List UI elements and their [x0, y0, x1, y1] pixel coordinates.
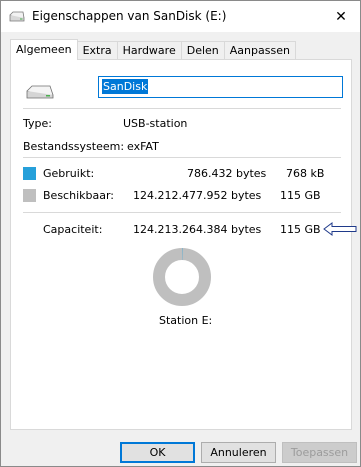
close-icon: ✕ — [335, 8, 347, 25]
capacity-short: 115 GB — [280, 223, 321, 236]
drive-name-field[interactable]: SanDisk — [98, 76, 343, 98]
drive-name-value: SanDisk — [102, 79, 149, 94]
free-space-ring — [153, 248, 211, 306]
title-bar[interactable]: Eigenschappen van SanDisk (E:) ✕ — [1, 1, 360, 32]
usb-drive-icon — [9, 11, 25, 22]
used-short: 768 kB — [286, 167, 325, 180]
type-value: USB-station — [123, 117, 188, 130]
tab-algemeen[interactable]: Algemeen — [10, 39, 78, 60]
tab-aanpassen[interactable]: Aanpassen — [224, 41, 296, 60]
tab-extra[interactable]: Extra — [77, 41, 118, 60]
used-space-swatch — [23, 167, 36, 180]
close-button[interactable]: ✕ — [322, 1, 360, 32]
usb-drive-icon — [26, 85, 54, 99]
divider — [23, 212, 341, 213]
general-tab-panel: SanDisk Type: USB-station Bestandssystee… — [10, 59, 357, 430]
free-bytes: 124.212.477.952 bytes — [133, 189, 262, 202]
filesystem-value: exFAT — [127, 140, 159, 153]
capacity-label: Capaciteit: — [43, 223, 103, 236]
free-short: 115 GB — [280, 189, 321, 202]
tab-hardware[interactable]: Hardware — [117, 41, 182, 60]
ok-button[interactable]: OK — [120, 442, 195, 463]
free-label: Beschikbaar: — [43, 189, 114, 202]
tab-strip: Algemeen Extra Hardware Delen Aanpassen — [10, 39, 296, 60]
used-bytes: 786.432 bytes — [187, 167, 267, 180]
filesystem-label: Bestandssysteem: — [23, 140, 125, 153]
type-label: Type: — [23, 117, 52, 130]
arrow-left-icon — [323, 222, 357, 236]
divider — [23, 108, 341, 109]
cancel-button[interactable]: Annuleren — [201, 442, 276, 463]
properties-window: Eigenschappen van SanDisk (E:) ✕ Algemee… — [0, 0, 361, 467]
free-space-swatch — [23, 189, 36, 202]
tab-delen[interactable]: Delen — [181, 41, 225, 60]
disk-usage-chart — [153, 248, 211, 306]
drive-label: Station E: — [159, 314, 213, 327]
window-title: Eigenschappen van SanDisk (E:) — [32, 9, 227, 23]
used-label: Gebruikt: — [43, 167, 95, 180]
apply-button[interactable]: Toepassen — [282, 442, 357, 463]
capacity-bytes: 124.213.264.384 bytes — [133, 223, 262, 236]
divider — [23, 157, 341, 158]
